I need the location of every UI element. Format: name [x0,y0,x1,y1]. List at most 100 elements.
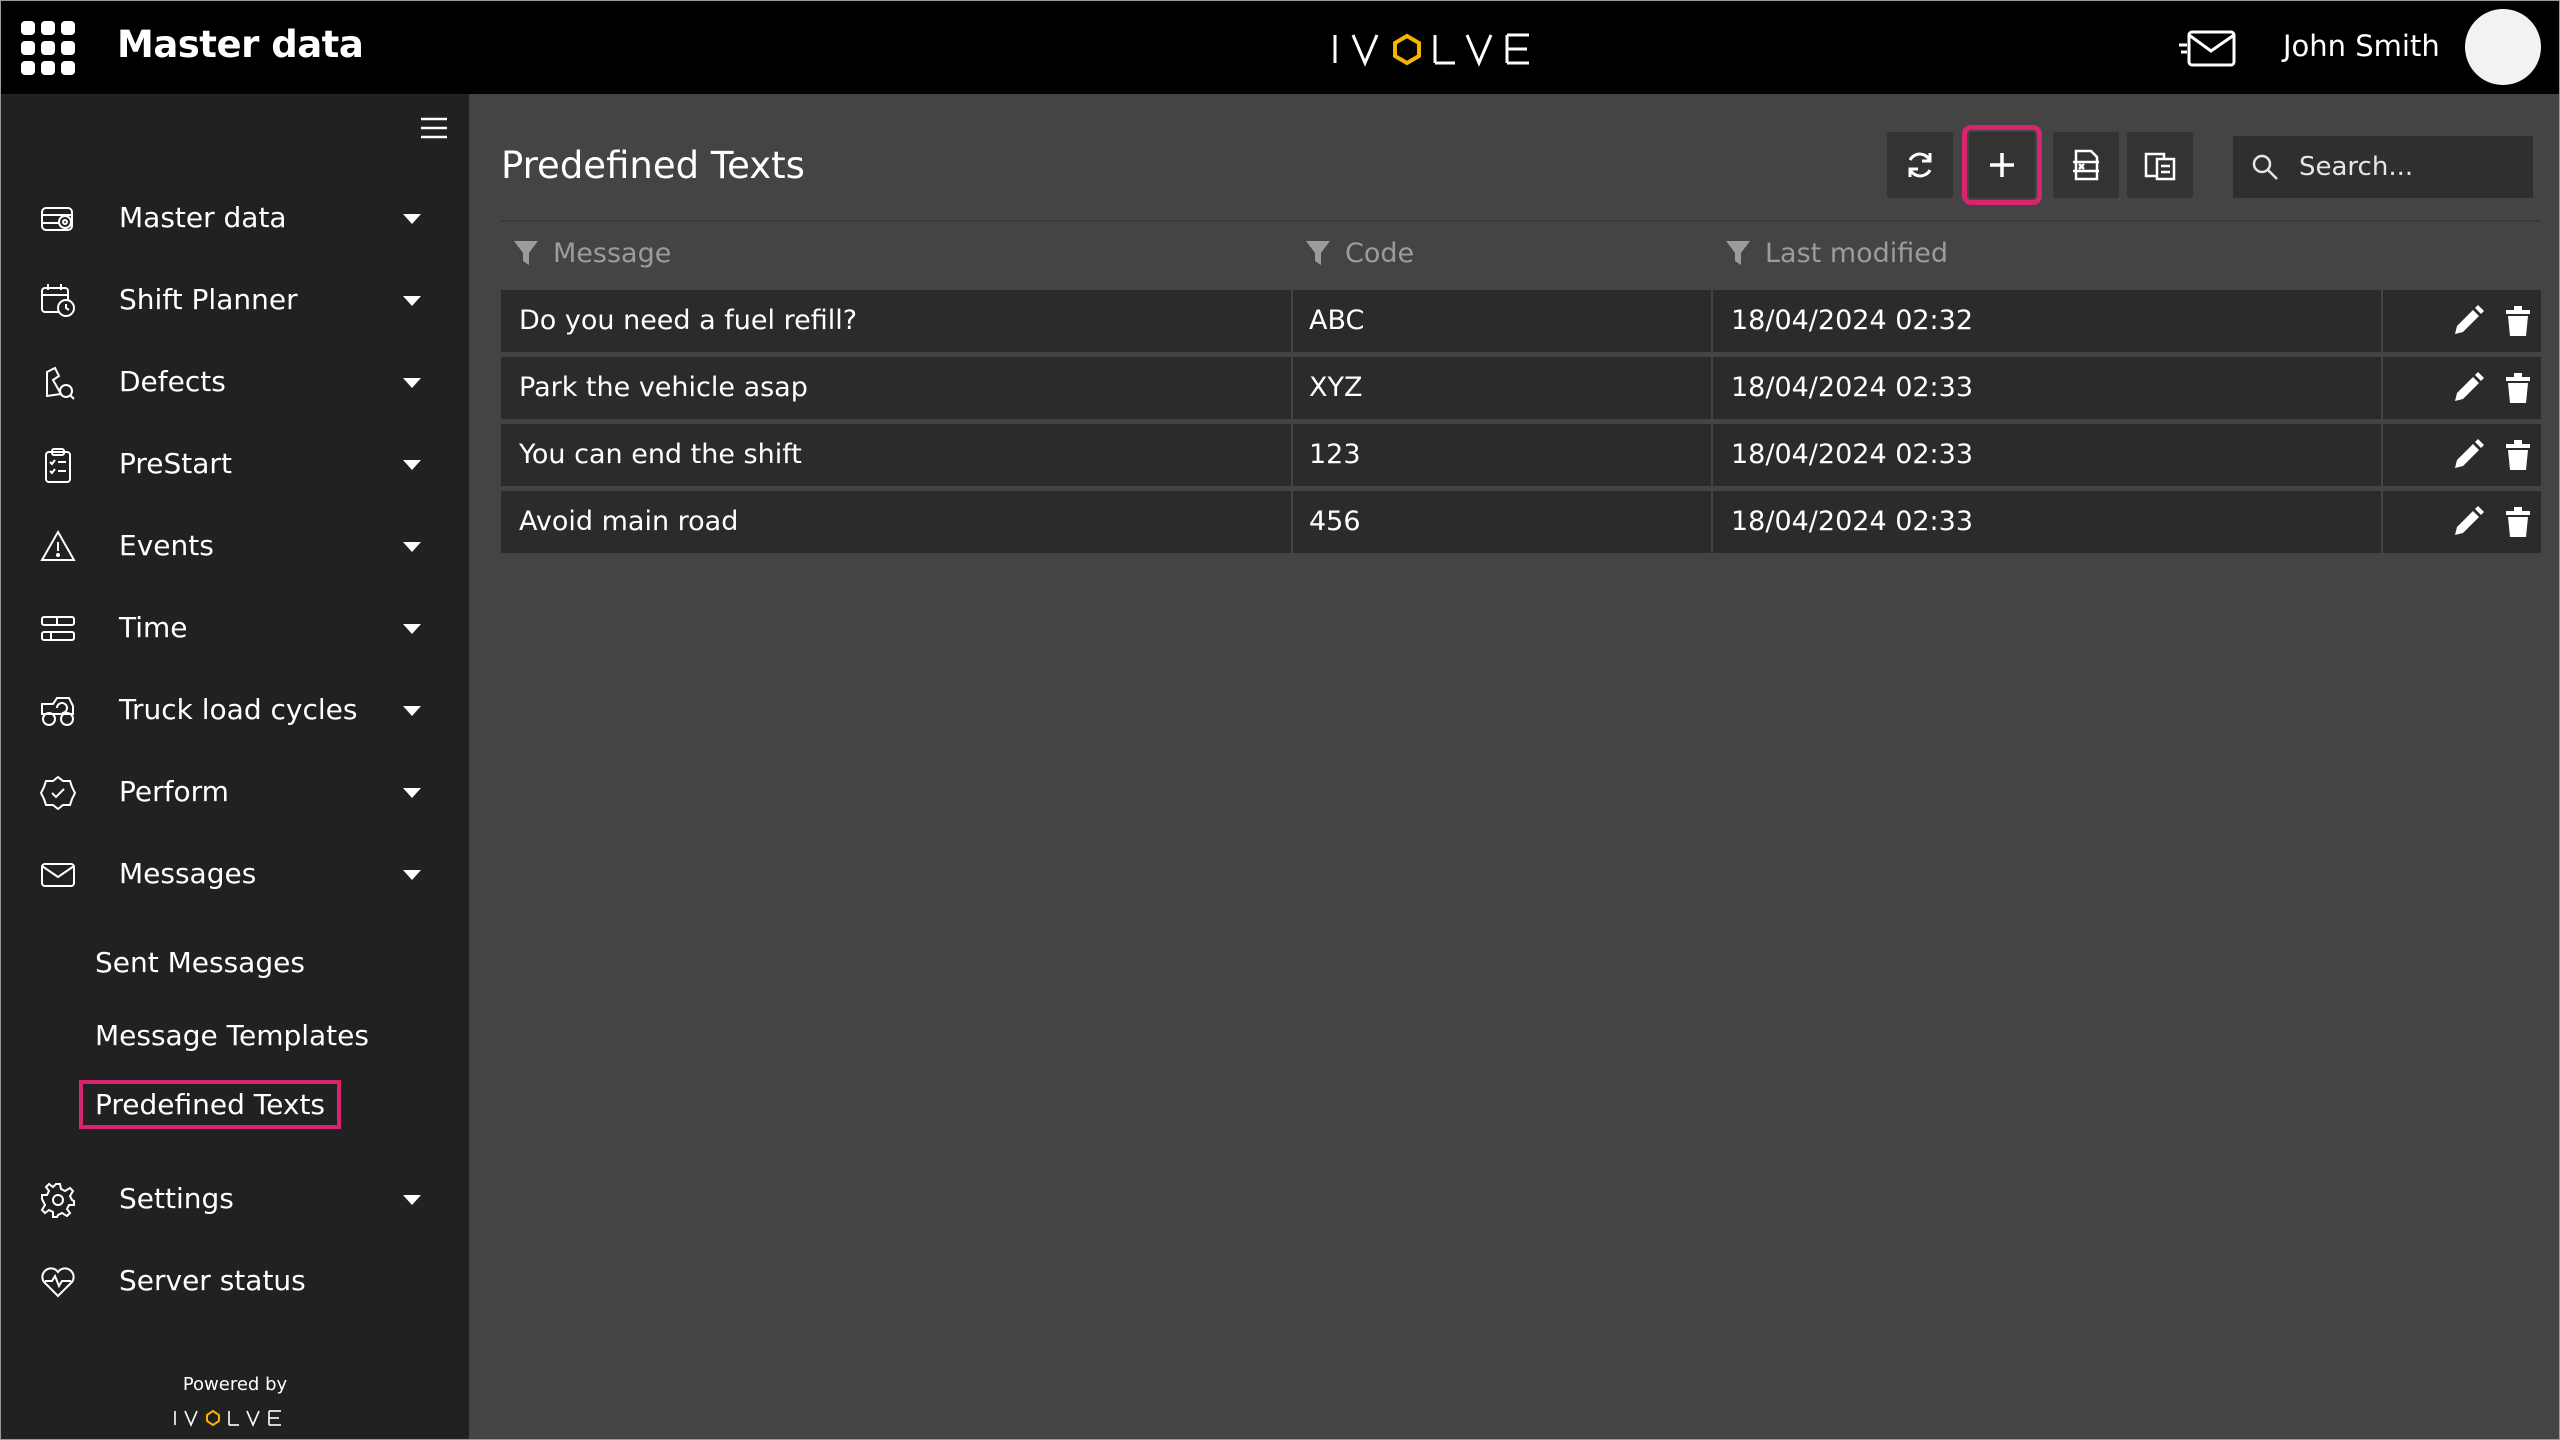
hamburger-icon[interactable] [419,114,449,142]
sidebar-item-master-data[interactable]: Master data [1,184,469,254]
sidebar-item-truck-load-cycles[interactable]: Truck load cycles [1,676,469,746]
app-grid-icon[interactable] [21,21,75,75]
table-row[interactable]: Avoid main road 456 18/04/2024 02:33 [501,491,2541,553]
powered-by-logo [1,1408,469,1433]
table-header: Message Code Last modified [501,224,2541,282]
row-actions [2451,304,2535,338]
column-label: Message [553,237,672,269]
edit-pencil-icon[interactable] [2451,438,2485,472]
edit-pencil-icon[interactable] [2451,371,2485,405]
sidebar-item-time[interactable]: Time [1,594,469,664]
search-icon [2252,154,2278,180]
app-title: Master data [117,23,364,66]
refresh-icon [1908,152,1932,178]
trash-icon[interactable] [2501,371,2535,405]
column-divider [2381,424,2383,486]
caret-down-icon [403,296,421,306]
ivolve-logo [1333,33,1529,67]
caret-down-icon [403,542,421,552]
cell-last-modified: 18/04/2024 02:33 [1731,372,1974,403]
sidebar-item-label: Settings [119,1182,234,1215]
sidebar-item-perform[interactable]: Perform [1,758,469,828]
edit-pencil-icon[interactable] [2451,304,2485,338]
filter-icon[interactable] [1305,239,1331,267]
gear-icon [39,1181,77,1219]
column-divider [1711,357,1713,419]
caret-down-icon [403,460,421,470]
cell-code: ABC [1309,305,1365,336]
cell-message: Avoid main road [519,506,739,537]
column-label: Last modified [1765,237,1949,269]
caret-down-icon [403,788,421,798]
column-divider [2381,357,2383,419]
search-box[interactable] [2233,136,2533,198]
edit-pencil-icon[interactable] [2451,505,2485,539]
caret-down-icon [403,1195,421,1205]
plus-icon [1990,153,2014,177]
cell-last-modified: 18/04/2024 02:33 [1731,439,1974,470]
database-icon [39,200,77,238]
cell-message: Do you need a fuel refill? [519,305,858,336]
row-actions [2451,371,2535,405]
column-divider [1291,424,1293,486]
cell-last-modified: 18/04/2024 02:33 [1731,506,1974,537]
heart-pulse-icon [39,1263,77,1301]
sidebar: Master data Shift Planner Defects PreSta… [1,94,469,1439]
avatar[interactable] [2465,9,2541,85]
column-divider [1711,290,1713,352]
search-input[interactable] [2297,151,2521,183]
sidebar-subitem-message-templates[interactable]: Message Templates [79,1013,385,1065]
filter-icon[interactable] [513,239,539,267]
calendar-clock-icon [39,282,77,320]
column-header-code[interactable]: Code [1305,224,1414,282]
row-actions [2451,505,2535,539]
caret-down-icon [403,870,421,880]
sidebar-item-label: Server status [119,1264,306,1297]
column-header-message[interactable]: Message [513,224,671,282]
sidebar-item-shift-planner[interactable]: Shift Planner [1,266,469,336]
table-row[interactable]: You can end the shift 123 18/04/2024 02:… [501,424,2541,486]
column-divider [1711,491,1713,553]
column-divider [1291,357,1293,419]
table-row[interactable]: Do you need a fuel refill? ABC 18/04/202… [501,290,2541,352]
trash-icon[interactable] [2501,505,2535,539]
divider [501,220,2541,222]
timeline-icon [39,610,77,648]
export-xlsx-button[interactable] [2053,132,2119,198]
column-header-last-modified[interactable]: Last modified [1725,224,1948,282]
ivolve-small-logo [174,1409,281,1428]
cell-code: 123 [1309,439,1361,470]
sidebar-item-settings[interactable]: Settings [1,1165,469,1235]
trash-icon[interactable] [2501,304,2535,338]
add-button[interactable] [1962,125,2042,205]
warning-triangle-icon [39,528,77,566]
cell-message: You can end the shift [519,439,802,470]
sidebar-subitem-label: Predefined Texts [79,1080,342,1129]
sidebar-item-label: Master data [119,201,287,234]
table-row[interactable]: Park the vehicle asap XYZ 18/04/2024 02:… [501,357,2541,419]
sidebar-item-messages[interactable]: Messages [1,840,469,910]
sidebar-subitem-sent-messages[interactable]: Sent Messages [79,940,321,992]
sidebar-item-events[interactable]: Events [1,512,469,582]
refresh-button[interactable] [1887,132,1953,198]
trash-icon[interactable] [2501,438,2535,472]
sidebar-item-label: Truck load cycles [119,693,358,726]
envelope-icon [39,856,77,894]
inbox-icon[interactable] [2179,29,2237,69]
sidebar-item-prestart[interactable]: PreStart [1,430,469,500]
app-window: Master data John Smith Master data Shift… [0,0,2560,1440]
export-pdf-button[interactable] [2127,132,2193,198]
sidebar-item-label: Events [119,529,214,562]
user-name[interactable]: John Smith [2283,29,2440,63]
sidebar-subitem-label: Message Templates [95,1019,369,1052]
sidebar-subitem-predefined-texts[interactable]: Predefined Texts [79,1080,342,1132]
powered-by-label: Powered by [182,1374,288,1395]
sidebar-item-defects[interactable]: Defects [1,348,469,418]
defect-tool-icon [39,364,77,402]
truck-cycle-icon [39,692,77,730]
sidebar-item-label: Shift Planner [119,283,298,316]
sidebar-item-label: PreStart [119,447,232,480]
filter-icon[interactable] [1725,239,1751,267]
sidebar-item-label: Defects [119,365,226,398]
sidebar-item-server-status[interactable]: Server status [1,1247,469,1317]
